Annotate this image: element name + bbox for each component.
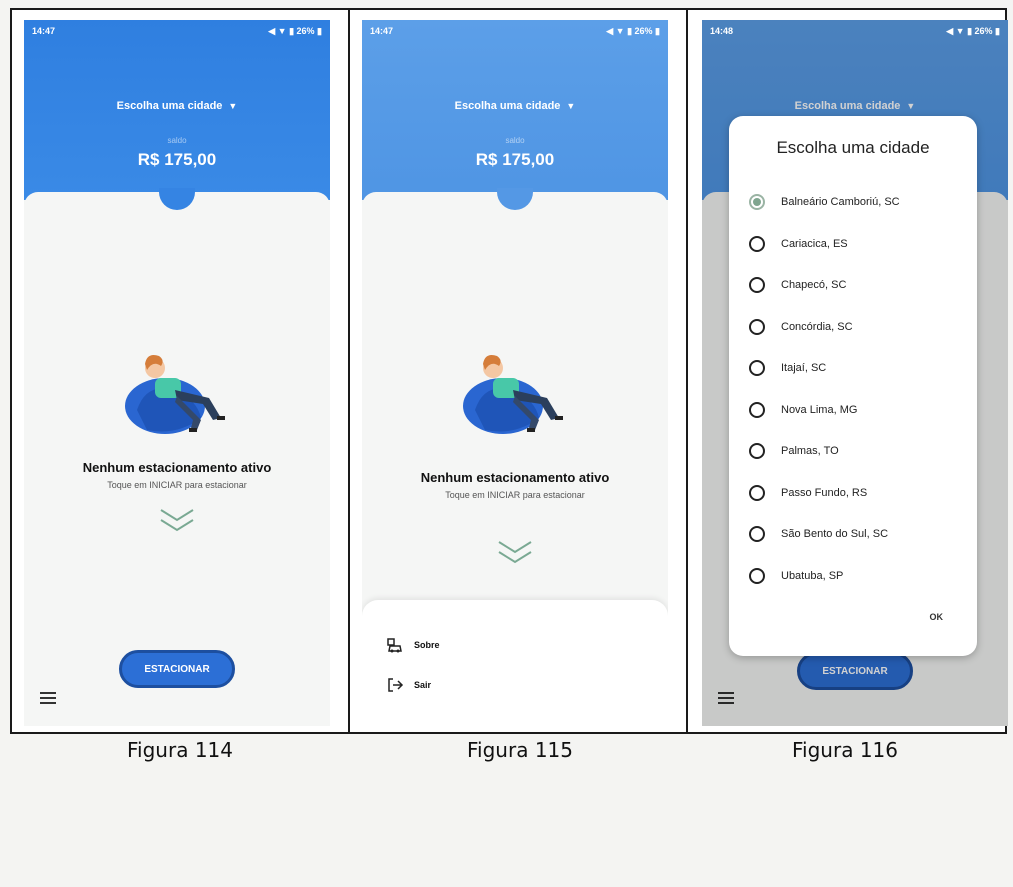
city-option-label: Cariacica, ES xyxy=(781,237,848,250)
park-button-label: ESTACIONAR xyxy=(144,663,210,675)
city-selector[interactable]: Escolha uma cidade ▼ xyxy=(362,100,668,112)
figure-caption: Figura 116 xyxy=(792,738,898,762)
city-option[interactable]: Cariacica, ES xyxy=(749,232,967,256)
drawer-item-label: Sobre xyxy=(414,640,440,650)
chevron-down-icon: ▼ xyxy=(228,101,238,111)
car-info-icon xyxy=(387,638,402,653)
empty-state-subtitle: Toque em INICIAR para estacionar xyxy=(445,490,585,500)
radio-button[interactable] xyxy=(749,360,765,376)
city-option[interactable]: São Bento do Sul, SC xyxy=(749,522,967,546)
city-option-label: Passo Fundo, RS xyxy=(781,486,868,499)
city-selector-label: Escolha uma cidade xyxy=(116,100,223,112)
person-on-beanbag-illustration xyxy=(463,355,563,434)
phone-screen-114: 14:47 ◀ ▼ ▮ 26% ▮ Escolha uma cidade ▼ sa… xyxy=(24,20,330,726)
status-time: 14:47 xyxy=(370,26,394,36)
city-option[interactable]: Itajaí, SC xyxy=(749,356,967,380)
city-picker-dialog: Escolha uma cidade Balneário Camboriú, S… xyxy=(729,116,977,656)
city-option-label: Concórdia, SC xyxy=(781,320,853,333)
status-bar: 14:47 ◀ ▼ ▮ 26% ▮ xyxy=(24,20,330,42)
balance-caption: saldo xyxy=(167,136,187,145)
radio-button[interactable] xyxy=(749,526,765,542)
city-selector-label: Escolha uma cidade xyxy=(454,100,561,112)
balance-value: R$ 175,00 xyxy=(475,150,555,169)
drawer-item-label: Sair xyxy=(414,680,432,690)
city-option-label: Ubatuba, SP xyxy=(781,569,844,582)
content-sheet xyxy=(24,192,330,726)
empty-state-title: Nenhum estacionamento ativo xyxy=(420,470,610,485)
city-option-label: Palmas, TO xyxy=(781,445,839,457)
bottom-drawer-menu: Sobre Sair xyxy=(362,600,668,726)
radio-button[interactable] xyxy=(749,194,765,210)
city-option-label: Balneário Camboriú, SC xyxy=(781,196,900,208)
city-selector[interactable]: Escolha uma cidade ▼ xyxy=(24,100,330,112)
person-on-beanbag-illustration xyxy=(125,355,225,434)
status-time: 14:48 xyxy=(710,26,734,36)
phone-screen-116: 14:48 ◀ ▼ ▮ 26% ▮ Escolha uma cidade ▼ ES… xyxy=(702,20,1008,726)
city-option[interactable]: Ubatuba, SP xyxy=(749,564,967,588)
panel-divider xyxy=(348,10,350,732)
chevron-down-icon: ▼ xyxy=(566,101,576,111)
city-option-label: Itajaí, SC xyxy=(781,362,827,374)
empty-state-subtitle: Toque em INICIAR para estacionar xyxy=(107,480,247,490)
balance-value: R$ 175,00 xyxy=(137,150,217,169)
radio-button[interactable] xyxy=(749,567,765,584)
park-button[interactable]: ESTACIONAR xyxy=(119,650,235,688)
drawer-item-sair[interactable]: Sair xyxy=(386,676,431,694)
balance-caption: saldo xyxy=(505,136,525,145)
city-option[interactable]: Balneário Camboriú, SC xyxy=(749,190,967,214)
radio-button[interactable] xyxy=(749,401,765,418)
status-icons: ◀ ▼ ▮ 26% ▮ xyxy=(268,25,322,36)
radio-button[interactable] xyxy=(749,277,765,293)
drawer-item-sobre[interactable]: Sobre xyxy=(386,636,440,654)
city-option-label: Chapecó, SC xyxy=(781,279,847,291)
radio-button[interactable] xyxy=(749,443,765,459)
empty-state-title: Nenhum estacionamento ativo xyxy=(82,460,272,475)
radio-button[interactable] xyxy=(749,484,765,501)
city-option[interactable]: Nova Lima, MG xyxy=(749,398,967,422)
phone-screen-115: 14:47 ◀ ▼ ▮ 26% ▮ Escolha uma cidade ▼ sa… xyxy=(362,20,668,726)
city-option[interactable]: Concórdia, SC xyxy=(749,315,967,339)
panel-divider xyxy=(686,10,688,732)
radio-button[interactable] xyxy=(749,235,765,252)
status-time: 14:47 xyxy=(32,26,56,36)
city-option-label: Nova Lima, MG xyxy=(781,403,858,416)
status-bar: 14:48 ◀ ▼ ▮ 26% ▮ xyxy=(702,20,1008,42)
hamburger-menu-icon[interactable] xyxy=(40,692,56,704)
figure-caption: Figura 114 xyxy=(127,738,233,762)
city-option[interactable]: Passo Fundo, RS xyxy=(749,481,967,505)
city-option[interactable]: Chapecó, SC xyxy=(749,273,967,297)
logout-icon xyxy=(388,678,404,692)
status-icons: ◀ ▼ ▮ 26% ▮ xyxy=(606,25,660,36)
city-option-label: São Bento do Sul, SC xyxy=(781,528,889,540)
double-chevron-down-icon xyxy=(498,541,532,564)
ok-button[interactable]: OK xyxy=(930,612,944,622)
double-chevron-down-icon xyxy=(160,509,194,532)
status-icons: ◀ ▼ ▮ 26% ▮ xyxy=(946,25,1000,36)
status-bar: 14:47 ◀ ▼ ▮ 26% ▮ xyxy=(362,20,668,42)
city-option[interactable]: Palmas, TO xyxy=(749,439,967,463)
figure-caption: Figura 115 xyxy=(467,738,573,762)
figure-panels: 14:47 ◀ ▼ ▮ 26% ▮ Escolha uma cidade ▼ sa… xyxy=(10,8,1008,734)
radio-button[interactable] xyxy=(749,318,765,335)
dialog-title: Escolha uma cidade xyxy=(776,138,930,157)
